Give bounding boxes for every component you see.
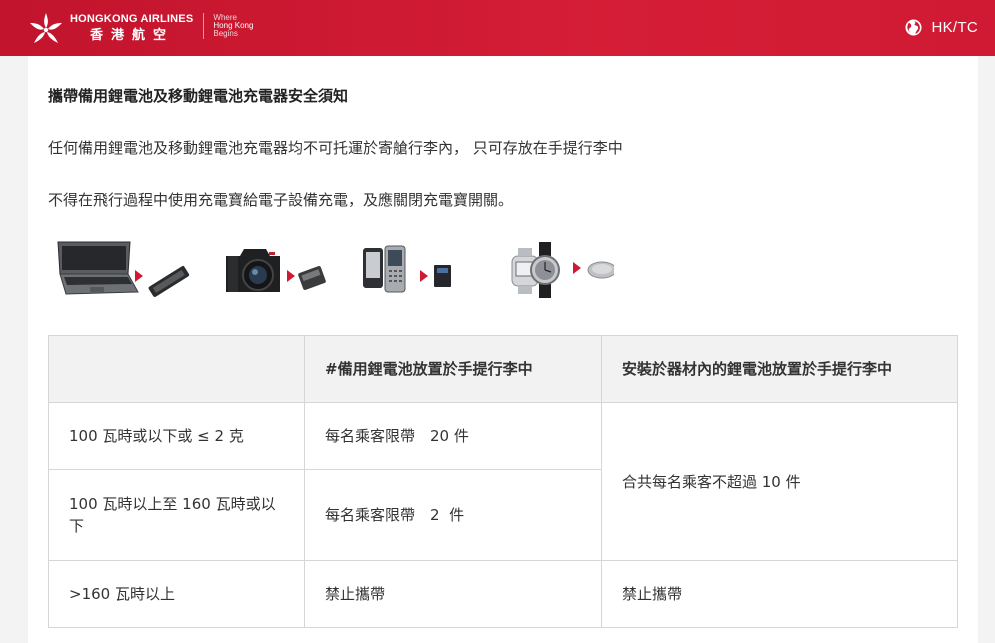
table-header-cell [48, 335, 305, 403]
mobile-phone-icon [363, 245, 406, 293]
arrow-icon [420, 270, 428, 282]
language-switcher[interactable]: HK/TC [904, 19, 979, 36]
slogan-line: Where [213, 13, 237, 22]
table-header-cell: 安裝於器材內的鋰電池放置於手提行李中 [601, 335, 958, 403]
page-title: 攜帶備用鋰電池及移動鋰電池充電器安全須知 [48, 87, 349, 105]
battery-limits-table: #備用鋰電池放置於手提行李中 安裝於器材內的鋰電池放置於手提行李中 100 瓦時… [48, 335, 958, 628]
brand-slogan: Where Hong Kong Begins [213, 14, 253, 38]
camera-battery-icon [298, 266, 326, 290]
battery-illustration [54, 240, 614, 300]
installed-battery-limit-cell: 禁止攜帶 [601, 560, 958, 628]
arrow-icon [135, 270, 143, 282]
coin-cell-battery-icon [587, 261, 614, 279]
bauhinia-logo-icon [30, 13, 62, 43]
table-header-cell: #備用鋰電池放置於手提行李中 [304, 335, 602, 403]
watt-hour-rating-cell: >160 瓦時以上 [48, 560, 305, 628]
language-label: HK/TC [931, 19, 978, 36]
arrow-icon [573, 262, 581, 274]
logo-divider [203, 13, 205, 39]
watt-hour-rating-cell: 100 瓦時以上至 160 瓦時或以下 [48, 469, 305, 561]
laptop-battery-icon [148, 266, 190, 297]
table-header-row: #備用鋰電池放置於手提行李中 安裝於器材內的鋰電池放置於手提行李中 [48, 335, 958, 403]
brand-logo[interactable]: HONGKONG AIRLINES 香港航空 Where Hong Kong B… [28, 11, 253, 47]
watt-hour-rating-cell: 100 瓦時或以下或 ≤ 2 克 [48, 402, 305, 470]
table-row: 100 瓦時或以下或 ≤ 2 克 每名乘客限帶 20 件 合共每名乘客不超過 1… [48, 402, 958, 561]
top-header-bar: HONGKONG AIRLINES 香港航空 Where Hong Kong B… [0, 0, 995, 56]
laptop-icon [57, 241, 139, 295]
main-content-card: 攜帶備用鋰電池及移動鋰電池充電器安全須知 任何備用鋰電池及移動鋰電池充電器均不可… [28, 56, 978, 643]
spare-battery-limit-cell: 每名乘客限帶 20 件 [304, 402, 602, 470]
watch-icon [511, 242, 560, 298]
spare-battery-limit-cell: 每名乘客限帶 2 件 [304, 469, 602, 561]
phone-battery-icon [434, 265, 451, 287]
installed-battery-limit-cell: 合共每名乘客不超過 10 件 [601, 402, 958, 561]
arrow-icon [287, 270, 295, 282]
notice-paragraph-checked-baggage: 任何備用鋰電池及移動鋰電池充電器均不可托運於寄艙行李內， 只可存放在手提行李中 [48, 139, 623, 157]
brand-name-english: HONGKONG AIRLINES [70, 13, 194, 25]
spare-battery-limit-cell: 禁止攜帶 [304, 560, 602, 628]
brand-name-chinese: 香港航空 [90, 28, 175, 43]
slogan-line: Begins [213, 29, 238, 38]
table-row: >160 瓦時以上 禁止攜帶 禁止攜帶 [48, 560, 958, 628]
globe-icon [904, 19, 922, 36]
camera-icon [226, 249, 280, 292]
notice-paragraph-inflight-charging: 不得在飛行過程中使用充電寶給電子設備充電，及應關閉充電寶開關。 [48, 191, 514, 209]
battery-illustration-graphic [57, 241, 614, 298]
